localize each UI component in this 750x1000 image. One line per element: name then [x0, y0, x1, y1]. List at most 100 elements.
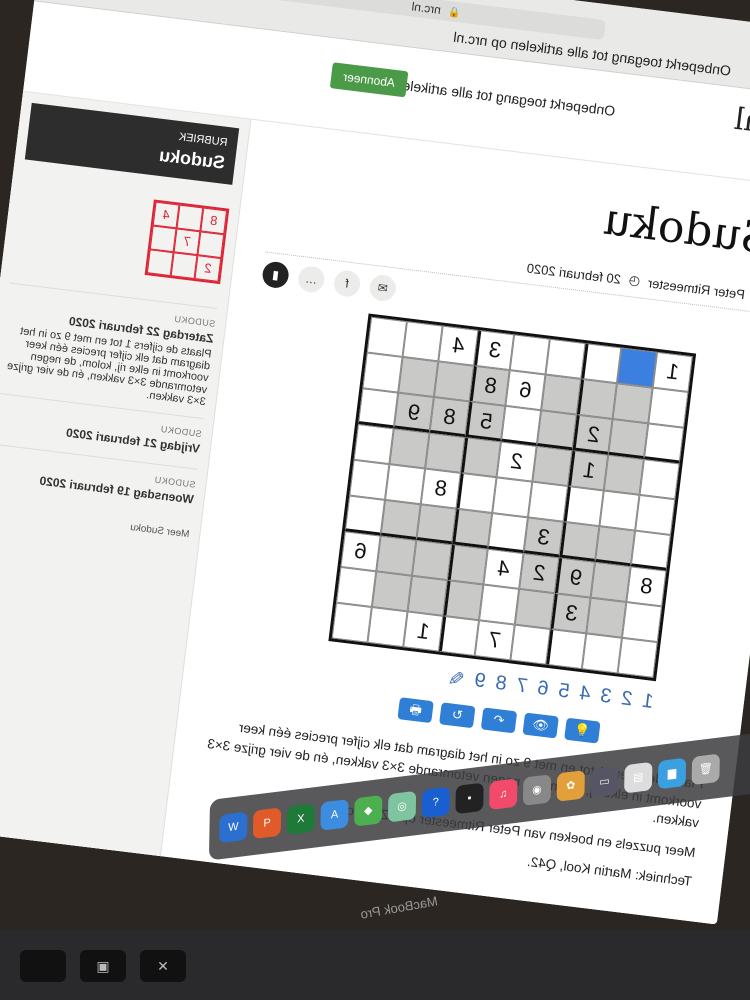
sudoku-cell[interactable]: 4 — [438, 325, 479, 366]
hide-errors-button[interactable]: 👁 — [522, 712, 559, 739]
site-logo[interactable]: ›.nl — [732, 102, 750, 143]
misc-app-icon[interactable]: ✿ — [556, 770, 585, 802]
sudoku-cell[interactable] — [358, 388, 399, 429]
sudoku-cell[interactable] — [590, 561, 631, 603]
touchbar-screenshot-key[interactable]: ▣ — [80, 950, 126, 982]
sudoku-cell[interactable] — [433, 361, 475, 402]
sudoku-cell[interactable] — [541, 374, 582, 415]
number-key[interactable]: 6 — [536, 677, 550, 703]
sudoku-cell[interactable] — [331, 602, 372, 643]
sudoku-cell[interactable]: 6 — [505, 370, 546, 411]
sudoku-cell[interactable] — [362, 352, 403, 393]
sudoku-cell[interactable] — [630, 530, 671, 571]
sudoku-cell[interactable]: 1 — [568, 450, 609, 491]
sudoku-cell[interactable] — [376, 535, 417, 576]
sudoku-cell[interactable] — [344, 495, 386, 536]
sudoku-cell[interactable] — [608, 418, 649, 460]
sudoku-cell[interactable] — [532, 445, 573, 487]
sudoku-cell[interactable] — [639, 459, 680, 500]
sudoku-cell[interactable] — [576, 378, 617, 419]
sudoku-cell[interactable] — [509, 334, 550, 375]
number-key[interactable]: 7 — [515, 674, 529, 700]
undo-button[interactable]: ↶ — [480, 707, 518, 734]
preview-app-icon[interactable]: ▭ — [590, 765, 619, 798]
more-share-button[interactable]: … — [296, 264, 326, 294]
document-icon[interactable]: ▤ — [624, 761, 653, 794]
sudoku-cell[interactable] — [536, 410, 577, 451]
music-app-icon[interactable]: ♫ — [489, 778, 518, 811]
sudoku-cell[interactable] — [617, 637, 658, 678]
sudoku-cell[interactable]: 7 — [474, 620, 515, 661]
sudoku-cell[interactable] — [385, 464, 426, 505]
sudoku-cell[interactable] — [349, 459, 390, 500]
sudoku-cell[interactable]: 5 — [465, 401, 506, 442]
sudoku-cell[interactable] — [621, 602, 663, 643]
sudoku-cell[interactable]: 2 — [572, 414, 613, 455]
number-key[interactable]: 3 — [599, 685, 613, 711]
sudoku-cell[interactable] — [398, 356, 439, 398]
sudoku-cell[interactable]: 9 — [554, 557, 596, 598]
sudoku-cell[interactable] — [402, 321, 443, 362]
maps-app-icon[interactable]: ◎ — [387, 790, 417, 823]
excel-app-icon[interactable]: X — [286, 803, 315, 835]
terminal-app-icon[interactable]: ▪ — [455, 782, 484, 815]
sudoku-cell[interactable]: 8 — [469, 365, 510, 406]
sudoku-cell[interactable] — [599, 490, 640, 531]
sudoku-cell[interactable] — [353, 424, 394, 465]
number-key[interactable]: 5 — [557, 679, 571, 705]
folder-icon[interactable]: ▆ — [657, 757, 687, 790]
sudoku-cell[interactable]: 8 — [626, 566, 667, 607]
sudoku-cell[interactable]: 1 — [652, 351, 693, 393]
sudoku-cell[interactable]: 2 — [496, 441, 537, 482]
sudoku-cell[interactable] — [438, 615, 480, 656]
sudoku-cell[interactable] — [407, 575, 448, 616]
sudoku-cell[interactable] — [514, 588, 555, 629]
sudoku-cell[interactable] — [479, 584, 520, 625]
pencil-icon[interactable]: ✎ — [446, 666, 466, 693]
sudoku-cell[interactable] — [443, 580, 484, 621]
rubriek-card[interactable]: RUBRIEK Sudoku — [24, 102, 240, 185]
subscribe-button[interactable]: Abonneer — [329, 62, 409, 98]
sudoku-cell[interactable] — [389, 428, 430, 469]
sudoku-cell[interactable] — [416, 504, 457, 545]
sudoku-cell[interactable] — [411, 539, 453, 581]
number-key[interactable]: 1 — [641, 690, 655, 716]
sudoku-cell[interactable]: 3 — [550, 593, 591, 634]
sudoku-cell[interactable] — [500, 405, 542, 446]
sudoku-cell[interactable] — [616, 347, 658, 388]
sudoku-cell[interactable] — [595, 526, 636, 567]
sudoku-cell[interactable] — [527, 481, 569, 522]
sudoku-cell[interactable] — [425, 432, 466, 473]
sudoku-cell[interactable] — [648, 387, 689, 428]
sudoku-cell[interactable] — [492, 477, 533, 518]
sudoku-cell[interactable] — [545, 338, 586, 379]
number-key[interactable]: 2 — [620, 687, 634, 713]
sudoku-cell[interactable] — [487, 513, 528, 554]
number-key[interactable]: 9 — [473, 669, 487, 695]
sudoku-cell[interactable]: 6 — [340, 531, 381, 572]
sudoku-cell[interactable]: 2 — [519, 553, 560, 594]
number-key[interactable]: 8 — [494, 672, 508, 698]
sudoku-cell[interactable]: 1 — [403, 611, 444, 652]
number-key[interactable]: 4 — [578, 682, 592, 708]
sudoku-cell[interactable] — [612, 383, 653, 424]
sudoku-cell[interactable]: 4 — [483, 548, 524, 589]
powerpoint-app-icon[interactable]: P — [252, 807, 282, 840]
sudoku-cell[interactable] — [586, 597, 627, 638]
sudoku-cell[interactable] — [460, 437, 501, 478]
sudoku-cell[interactable]: 8 — [429, 397, 470, 438]
mini-sudoku-thumbnail[interactable]: 8472 — [144, 199, 230, 285]
screenshot-app-icon[interactable]: ◉ — [522, 774, 552, 806]
sudoku-cell[interactable] — [635, 494, 676, 535]
help-app-icon[interactable]: ? — [421, 786, 450, 819]
sudoku-cell[interactable]: 9 — [393, 392, 434, 433]
sudoku-cell[interactable] — [559, 521, 600, 562]
author-name[interactable]: Peter Ritmeester — [647, 275, 746, 302]
reset-button[interactable]: ↻ — [439, 702, 476, 729]
sudoku-cell[interactable] — [546, 628, 587, 670]
sudoku-cell[interactable] — [371, 571, 412, 612]
mail-share-button[interactable]: ✉ — [368, 273, 398, 303]
sudoku-cell[interactable] — [367, 607, 408, 648]
sudoku-cell[interactable]: 3 — [523, 517, 564, 558]
sudoku-cell[interactable] — [336, 566, 377, 608]
